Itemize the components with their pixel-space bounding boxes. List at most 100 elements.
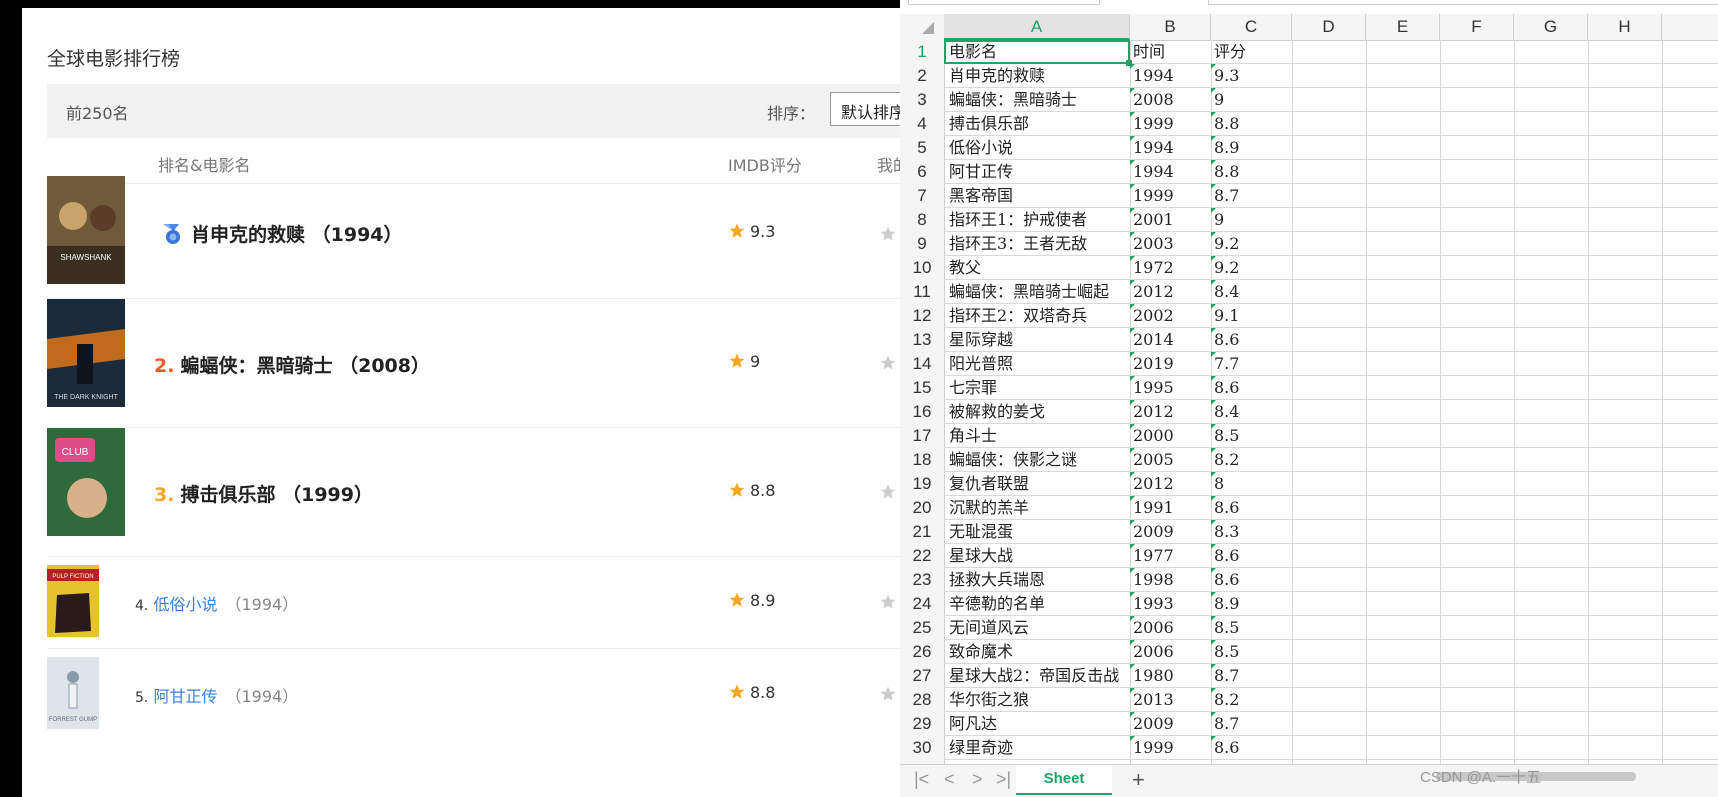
cell-b5[interactable]: 1994: [1130, 136, 1211, 159]
row-header[interactable]: 3: [900, 88, 944, 112]
cell-a16[interactable]: 被解救的姜戈: [944, 400, 1130, 423]
movie-row[interactable]: SHAWSHANK 肖申克的救赎 （1994） 9.3: [47, 170, 900, 299]
cell-a24[interactable]: 辛德勒的名单: [944, 592, 1130, 615]
cell-a30[interactable]: 绿里奇迹: [944, 736, 1130, 759]
cell-c20[interactable]: 8.6: [1211, 496, 1292, 519]
cell-a15[interactable]: 七宗罪: [944, 376, 1130, 399]
row-header[interactable]: 24: [900, 592, 944, 616]
column-header-g[interactable]: G: [1514, 14, 1588, 40]
row-header[interactable]: 12: [900, 304, 944, 328]
column-header-f[interactable]: F: [1440, 14, 1514, 40]
cell-b29[interactable]: 2009: [1130, 712, 1211, 735]
cell-c8[interactable]: 9: [1211, 208, 1292, 231]
cell-c16[interactable]: 8.4: [1211, 400, 1292, 423]
column-header-b[interactable]: B: [1130, 14, 1211, 40]
movie-title[interactable]: 3. 搏击俱乐部 （1999）: [154, 480, 373, 507]
cell-c27[interactable]: 8.7: [1211, 664, 1292, 687]
row-header[interactable]: 1: [900, 40, 944, 64]
cell-b8[interactable]: 2001: [1130, 208, 1211, 231]
cell-a14[interactable]: 阳光普照: [944, 352, 1130, 375]
add-sheet-button[interactable]: +: [1132, 767, 1145, 793]
cell-a8[interactable]: 指环王1：护戒使者: [944, 208, 1130, 231]
row-header[interactable]: 14: [900, 352, 944, 376]
cell-a3[interactable]: 蝙蝠侠：黑暗骑士: [944, 88, 1130, 111]
movie-name-link[interactable]: 阿甘正传: [153, 687, 217, 706]
cell-c4[interactable]: 8.8: [1211, 112, 1292, 135]
cell-b21[interactable]: 2009: [1130, 520, 1211, 543]
fill-handle[interactable]: [1126, 60, 1132, 66]
cell-b16[interactable]: 2012: [1130, 400, 1211, 423]
column-header-a[interactable]: A: [944, 14, 1130, 40]
cell-c12[interactable]: 9.1: [1211, 304, 1292, 327]
cell-a21[interactable]: 无耻混蛋: [944, 520, 1130, 543]
cell-c26[interactable]: 8.5: [1211, 640, 1292, 663]
cell-b27[interactable]: 1980: [1130, 664, 1211, 687]
row-header[interactable]: 21: [900, 520, 944, 544]
row-header[interactable]: 13: [900, 328, 944, 352]
row-header[interactable]: 11: [900, 280, 944, 304]
cell-c5[interactable]: 8.9: [1211, 136, 1292, 159]
cell-a4[interactable]: 搏击俱乐部: [944, 112, 1130, 135]
row-header[interactable]: 23: [900, 568, 944, 592]
my-rating-star-icon[interactable]: [879, 483, 897, 501]
cell-b22[interactable]: 1977: [1130, 544, 1211, 567]
cell-c2[interactable]: 9.3: [1211, 64, 1292, 87]
cell-b15[interactable]: 1995: [1130, 376, 1211, 399]
row-header[interactable]: 26: [900, 640, 944, 664]
cell-b19[interactable]: 2012: [1130, 472, 1211, 495]
cell-a7[interactable]: 黑客帝国: [944, 184, 1130, 207]
row-header[interactable]: 7: [900, 184, 944, 208]
movie-row[interactable]: CLUB 3. 搏击俱乐部 （1999） 8.8: [47, 428, 900, 557]
column-header-c[interactable]: C: [1211, 14, 1292, 40]
row-header[interactable]: 2: [900, 64, 944, 88]
cell-a28[interactable]: 华尔街之狼: [944, 688, 1130, 711]
cell-b23[interactable]: 1998: [1130, 568, 1211, 591]
cell-c25[interactable]: 8.5: [1211, 616, 1292, 639]
poster-image[interactable]: PULP FICTION: [47, 565, 99, 637]
cell-b18[interactable]: 2005: [1130, 448, 1211, 471]
my-rating-star-icon[interactable]: [879, 685, 897, 703]
row-header[interactable]: 27: [900, 664, 944, 688]
cell-c3[interactable]: 9: [1211, 88, 1292, 111]
poster-image[interactable]: FORREST GUMP: [47, 657, 99, 729]
row-header[interactable]: 10: [900, 256, 944, 280]
cell-b12[interactable]: 2002: [1130, 304, 1211, 327]
cell-b14[interactable]: 2019: [1130, 352, 1211, 375]
movie-row[interactable]: PULP FICTION 4. 低俗小说 （1994） 8.9: [47, 557, 900, 649]
cell-b10[interactable]: 1972: [1130, 256, 1211, 279]
movie-name-link[interactable]: 低俗小说: [153, 595, 217, 614]
cell-a2[interactable]: 肖申克的救赎: [944, 64, 1130, 87]
poster-image[interactable]: THE DARK KNIGHT: [47, 299, 125, 407]
cell-a9[interactable]: 指环王3：王者无敌: [944, 232, 1130, 255]
select-all-corner-icon[interactable]: [900, 14, 944, 40]
my-rating-star-icon[interactable]: [879, 354, 897, 372]
cell-a11[interactable]: 蝙蝠侠：黑暗骑士崛起: [944, 280, 1130, 303]
row-header[interactable]: 19: [900, 472, 944, 496]
cell-a25[interactable]: 无间道风云: [944, 616, 1130, 639]
top250-filter[interactable]: 前250名: [66, 100, 129, 124]
cell-c11[interactable]: 8.4: [1211, 280, 1292, 303]
movie-title[interactable]: 2. 蝙蝠侠：黑暗骑士 （2008）: [154, 351, 430, 378]
cell-a6[interactable]: 阿甘正传: [944, 160, 1130, 183]
cell-a26[interactable]: 致命魔术: [944, 640, 1130, 663]
poster-image[interactable]: CLUB: [47, 428, 125, 536]
cell-a27[interactable]: 星球大战2：帝国反击战: [944, 664, 1130, 687]
cell-c28[interactable]: 8.2: [1211, 688, 1292, 711]
last-sheet-button[interactable]: >|: [996, 769, 1011, 790]
row-header[interactable]: 5: [900, 136, 944, 160]
sort-select[interactable]: 默认排序: [830, 92, 900, 126]
cell-b20[interactable]: 1991: [1130, 496, 1211, 519]
cell-c21[interactable]: 8.3: [1211, 520, 1292, 543]
cell-c1[interactable]: 评分: [1211, 40, 1292, 63]
cell-c18[interactable]: 8.2: [1211, 448, 1292, 471]
cell-a22[interactable]: 星球大战: [944, 544, 1130, 567]
cell-b26[interactable]: 2006: [1130, 640, 1211, 663]
row-header[interactable]: 15: [900, 376, 944, 400]
cell-b6[interactable]: 1994: [1130, 160, 1211, 183]
movie-row[interactable]: FORREST GUMP 5. 阿甘正传 （1994） 8.8: [47, 649, 900, 749]
movie-title[interactable]: 4. 低俗小说 （1994）: [135, 591, 298, 615]
cell-c22[interactable]: 8.6: [1211, 544, 1292, 567]
movie-title[interactable]: 5. 阿甘正传 （1994）: [135, 683, 298, 707]
cell-b30[interactable]: 1999: [1130, 736, 1211, 759]
row-header[interactable]: 25: [900, 616, 944, 640]
